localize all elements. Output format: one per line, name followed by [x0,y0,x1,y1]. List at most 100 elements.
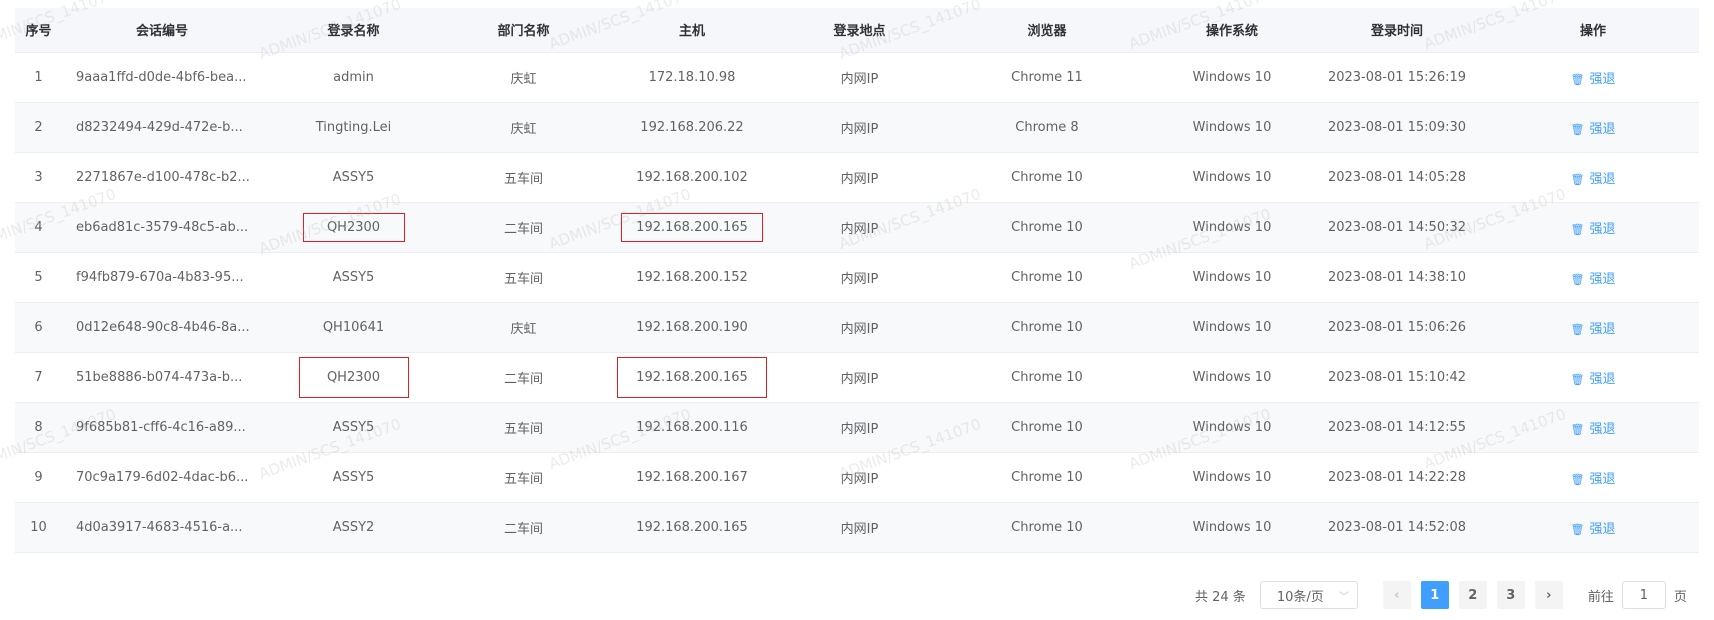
page-jumper: 前往 1 页 [1588,581,1687,609]
page-size-select[interactable]: 10条/页 ﹀ [1259,581,1358,609]
cell-location: 内网IP [782,252,937,303]
cell-actions: 🗑 强退 [1487,252,1699,303]
cell-login-time-text: 2023-08-01 14:50:32 [1327,219,1467,235]
cell-browser: Chrome 8 [937,102,1157,153]
cell-session-id: 9aaa1ffd-d0de-4bf6-bea... [62,52,262,103]
force-logout-button[interactable]: 🗑 强退 [1571,372,1616,387]
next-page-button[interactable]: › [1534,581,1563,609]
cell-session-id: 70c9a179-6d02-4dac-b6... [62,452,262,503]
cell-login-name-text: admin [333,69,374,85]
cell-login-time: 2023-08-01 14:52:08 [1307,502,1487,553]
cell-session-id: f94fb879-670a-4b83-95... [62,252,262,303]
cell-session-id: 51be8886-b074-473a-b... [62,352,262,403]
cell-department: 庆虹 [445,302,602,353]
cell-department: 五车间 [445,452,602,503]
cell-index: 5 [15,252,62,303]
goto-label: 前往 [1587,589,1614,605]
cell-index-text: 6 [34,319,43,335]
cell-host: 192.168.200.165 [602,202,782,253]
col-header-department: 部门名称 [445,8,602,53]
cell-login-time: 2023-08-01 15:10:42 [1307,352,1487,403]
trash-icon: 🗑 [1570,272,1585,286]
cell-browser-text: Chrome 10 [1011,469,1083,485]
cell-session-id: d8232494-429d-472e-b... [62,102,262,153]
force-logout-label: 强退 [1589,471,1616,487]
force-logout-label: 强退 [1589,121,1616,137]
cell-department-text: 庆虹 [510,121,537,137]
cell-department: 二车间 [445,202,602,253]
cell-login-name-text: Tingting.Lei [315,119,392,135]
cell-browser-text: Chrome 10 [1011,369,1083,385]
cell-session-id-text: eb6ad81c-3579-48c5-ab... [76,219,249,235]
force-logout-button[interactable]: 🗑 强退 [1571,522,1616,537]
cell-login-time: 2023-08-01 14:12:55 [1307,402,1487,453]
cell-browser: Chrome 10 [937,302,1157,353]
table-row: 3 2271867e-d100-478c-b2... ASSY5 五车间 192.168… [15,152,1699,203]
page-button-2[interactable]: 2 [1458,581,1487,609]
force-logout-button[interactable]: 🗑 强退 [1571,222,1616,237]
force-logout-button[interactable]: 🗑 强退 [1571,72,1616,87]
cell-index-text: 5 [34,269,43,285]
prev-page-button[interactable]: ‹ [1382,581,1411,609]
trash-icon: 🗑 [1570,72,1585,86]
force-logout-label: 强退 [1589,271,1616,287]
cell-index: 6 [15,302,62,353]
page-button-3[interactable]: 3 [1496,581,1525,609]
trash-icon: 🗑 [1570,122,1585,136]
cell-location-text: 内网IP [840,171,879,187]
cell-login-name: QH2300 [262,202,445,253]
cell-login-time-text: 2023-08-01 14:38:10 [1327,269,1467,285]
cell-browser-text: Chrome 10 [1011,169,1083,185]
page-suffix: 页 [1673,589,1687,605]
cell-os-text: Windows 10 [1192,219,1272,235]
cell-host: 172.18.10.98 [602,52,782,103]
cell-os-text: Windows 10 [1192,519,1272,535]
cell-browser-text: Chrome 10 [1011,269,1083,285]
cell-department: 庆虹 [445,52,602,103]
col-header-index: 序号 [15,8,62,53]
cell-location: 内网IP [782,202,937,253]
cell-login-time: 2023-08-01 15:26:19 [1307,52,1487,103]
cell-session-id-text: d8232494-429d-472e-b... [76,119,243,135]
force-logout-button[interactable]: 🗑 强退 [1571,272,1616,287]
page-size-value: 10条/页 [1276,589,1324,605]
cell-index: 7 [15,352,62,403]
cell-browser: Chrome 10 [937,452,1157,503]
cell-department-text: 五车间 [503,471,543,487]
col-header-browser: 浏览器 [937,8,1157,53]
cell-browser: Chrome 10 [937,202,1157,253]
cell-index-text: 4 [34,219,43,235]
cell-department-text: 庆虹 [510,321,537,337]
cell-index-text: 1 [34,69,43,85]
force-logout-button[interactable]: 🗑 强退 [1571,472,1616,487]
cell-location: 内网IP [782,102,937,153]
trash-icon: 🗑 [1570,222,1585,236]
force-logout-button[interactable]: 🗑 强退 [1571,122,1616,137]
cell-host: 192.168.200.165 [602,352,782,403]
force-logout-button[interactable]: 🗑 强退 [1571,322,1616,337]
goto-page-input[interactable]: 1 [1621,581,1666,609]
cell-location-text: 内网IP [840,271,879,287]
cell-browser-text: Chrome 10 [1011,519,1083,535]
cell-browser: Chrome 10 [937,402,1157,453]
force-logout-button[interactable]: 🗑 强退 [1571,172,1616,187]
cell-actions: 🗑 强退 [1487,502,1699,553]
cell-index-text: 3 [34,169,43,185]
total-count: 共 24 条 [1195,589,1246,605]
cell-actions: 🗑 强退 [1487,102,1699,153]
table-row: 6 0d12e648-90c8-4b46-8a... QH10641 庆虹 192.16… [15,302,1699,353]
force-logout-button[interactable]: 🗑 强退 [1571,422,1616,437]
page-button-1[interactable]: 1 [1420,581,1449,609]
cell-location: 内网IP [782,352,937,403]
cell-index: 3 [15,152,62,203]
trash-icon: 🗑 [1570,522,1585,536]
cell-location: 内网IP [782,502,937,553]
highlighted-cell-login-name: QH2300 [298,356,409,398]
cell-index-text: 10 [30,519,47,535]
cell-login-time-text: 2023-08-01 14:22:28 [1327,469,1467,485]
cell-os-text: Windows 10 [1192,119,1272,135]
table-row: 4 eb6ad81c-3579-48c5-ab... QH2300 二车间 192.16… [15,202,1699,253]
cell-os-text: Windows 10 [1192,269,1272,285]
cell-login-name-text: ASSY5 [332,419,375,435]
cell-login-name: ASSY2 [262,502,445,553]
